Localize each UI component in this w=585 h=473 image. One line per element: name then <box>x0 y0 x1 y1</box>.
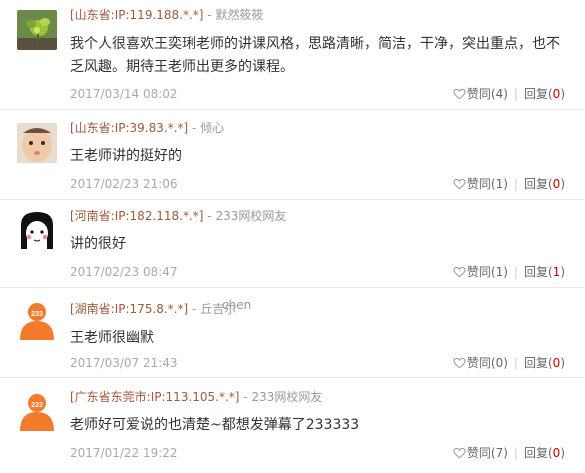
comment-actions: 赞同(7) | 回复(0) <box>453 445 565 461</box>
like-close: ) <box>503 356 508 370</box>
comment-footer: 2017/03/07 21:43 赞同(0) | 回复(0) <box>70 355 565 371</box>
reply-close: ) <box>560 177 565 191</box>
comment-location: [河南省:IP:182.118.*.*] <box>70 209 204 223</box>
reply-label: 回复 <box>523 356 548 370</box>
comment-footer: 2017/01/22 19:22 赞同(7) | 回复(0) <box>70 445 565 461</box>
comment-location: [山东省:IP:39.83.*.*] <box>70 121 189 135</box>
reply-button[interactable]: 回复(0) <box>524 445 565 461</box>
comment-username[interactable]: 233网校网友 <box>251 390 322 404</box>
comment-footer: 2017/02/23 21:06 赞同(1) | 回复(0) <box>70 176 565 192</box>
like-label: 赞同 <box>466 177 491 191</box>
comment-text: 我个人很喜欢王奕琍老师的讲课风格，思路清晰，简洁，干净，突出重点，也不乏风趣。期… <box>70 36 560 75</box>
comment-item: [山东省:IP:39.83.*.*] - 倾心 王老师讲的挺好的 2017/02… <box>0 110 585 200</box>
meta-separator: - <box>243 390 248 404</box>
meta-separator: - <box>207 8 212 22</box>
comment-username[interactable]: 倾心 <box>200 121 224 135</box>
like-label: 赞同 <box>466 87 491 101</box>
like-button[interactable]: 赞同(1) <box>453 176 508 192</box>
like-label: 赞同 <box>466 356 491 370</box>
avatar-badge-text: 233 <box>31 311 43 318</box>
reply-button[interactable]: 回复(0) <box>524 86 565 102</box>
heart-outline-icon <box>453 178 466 190</box>
reply-close: ) <box>560 87 565 101</box>
comment-meta: [山东省:IP:119.188.*.*] - 默然筱筱 <box>70 8 264 22</box>
avatar-233-default[interactable]: 233 <box>17 391 57 431</box>
reply-button[interactable]: 回复(0) <box>524 176 565 192</box>
action-divider: | <box>513 356 518 370</box>
comment-date: 2017/03/14 08:02 <box>70 87 178 101</box>
action-divider: | <box>513 87 518 101</box>
comment-username[interactable]: 233网校网友 <box>215 209 286 223</box>
comment-text: 王老师讲的挺好的 <box>70 148 182 164</box>
meta-separator: - <box>192 121 197 135</box>
meta-separator: - <box>207 209 212 223</box>
comment-meta: [山东省:IP:39.83.*.*] - 倾心 <box>70 121 224 135</box>
action-divider: | <box>513 446 518 460</box>
comment-meta: [湖南省:IP:175.8.*.*] - 丘吉尔 <box>70 302 236 316</box>
comment-date: 2017/02/23 08:47 <box>70 265 178 279</box>
comment-text: 讲的很好 <box>70 236 126 252</box>
avatar-baby[interactable] <box>17 123 57 163</box>
avatar-cartoon-girl[interactable] <box>17 209 57 249</box>
comment-username[interactable]: 默然筱筱 <box>215 8 263 22</box>
reply-label: 回复 <box>523 265 548 279</box>
comment-item: 233 [湖南省:IP:175.8.*.*] - 丘吉尔 王老师很幽默 2017… <box>0 288 585 378</box>
like-button[interactable]: 赞同(4) <box>453 86 508 102</box>
comment-actions: 赞同(4) | 回复(0) <box>453 86 565 102</box>
meta-separator: - <box>192 302 197 316</box>
like-close: ) <box>503 265 508 279</box>
like-count: 1 <box>495 177 504 191</box>
overlay-stray-text: chen <box>222 298 252 312</box>
like-button[interactable]: 赞同(0) <box>453 355 508 371</box>
reply-label: 回复 <box>523 446 548 460</box>
like-button[interactable]: 赞同(1) <box>453 264 508 280</box>
like-label: 赞同 <box>466 446 491 460</box>
reply-close: ) <box>560 446 565 460</box>
comment-item: 233 [广东省东莞市:IP:113.105.*.*] - 233网校网友 老师… <box>0 378 585 473</box>
avatar-233-default[interactable]: 233 <box>17 300 57 340</box>
like-button[interactable]: 赞同(7) <box>453 445 508 461</box>
like-count: 7 <box>495 446 504 460</box>
reply-button[interactable]: 回复(1) <box>524 264 565 280</box>
comment-date: 2017/03/07 21:43 <box>70 356 178 370</box>
reply-label: 回复 <box>523 87 548 101</box>
like-count: 0 <box>495 356 504 370</box>
comment-footer: 2017/03/14 08:02 赞同(4) | 回复(0) <box>70 86 565 102</box>
comment-date: 2017/01/22 19:22 <box>70 446 178 460</box>
like-close: ) <box>503 87 508 101</box>
comment-item: [山东省:IP:119.188.*.*] - 默然筱筱 我个人很喜欢王奕琍老师的… <box>0 0 585 110</box>
comment-footer: 2017/02/23 08:47 赞同(1) | 回复(1) <box>70 264 565 280</box>
reply-close: ) <box>560 265 565 279</box>
heart-outline-icon <box>453 88 466 100</box>
comment-text: 王老师很幽默 <box>70 330 154 346</box>
comment-actions: 赞同(0) | 回复(0) <box>453 355 565 371</box>
comment-actions: 赞同(1) | 回复(1) <box>453 264 565 280</box>
like-count: 4 <box>495 87 504 101</box>
comment-meta: [广东省东莞市:IP:113.105.*.*] - 233网校网友 <box>70 390 322 404</box>
comment-actions: 赞同(1) | 回复(0) <box>453 176 565 192</box>
heart-outline-icon <box>453 357 466 369</box>
comment-location: [广东省东莞市:IP:113.105.*.*] <box>70 390 240 404</box>
avatar-badge-text: 233 <box>31 402 43 409</box>
action-divider: | <box>513 265 518 279</box>
comment-meta: [河南省:IP:182.118.*.*] - 233网校网友 <box>70 209 286 223</box>
avatar-plant[interactable] <box>17 10 57 50</box>
comment-date: 2017/02/23 21:06 <box>70 177 178 191</box>
heart-outline-icon <box>453 266 466 278</box>
action-divider: | <box>513 177 518 191</box>
like-count: 1 <box>495 265 504 279</box>
comment-item: [河南省:IP:182.118.*.*] - 233网校网友 讲的很好 2017… <box>0 200 585 288</box>
reply-close: ) <box>560 356 565 370</box>
comment-text: 老师好可爱说的也清楚~都想发弹幕了233333 <box>70 417 360 433</box>
like-close: ) <box>503 446 508 460</box>
like-label: 赞同 <box>466 265 491 279</box>
heart-outline-icon <box>453 447 466 459</box>
comment-list: [山东省:IP:119.188.*.*] - 默然筱筱 我个人很喜欢王奕琍老师的… <box>0 0 585 473</box>
reply-label: 回复 <box>523 177 548 191</box>
reply-button[interactable]: 回复(0) <box>524 355 565 371</box>
comment-location: [山东省:IP:119.188.*.*] <box>70 8 204 22</box>
comment-location: [湖南省:IP:175.8.*.*] <box>70 302 189 316</box>
like-close: ) <box>503 177 508 191</box>
